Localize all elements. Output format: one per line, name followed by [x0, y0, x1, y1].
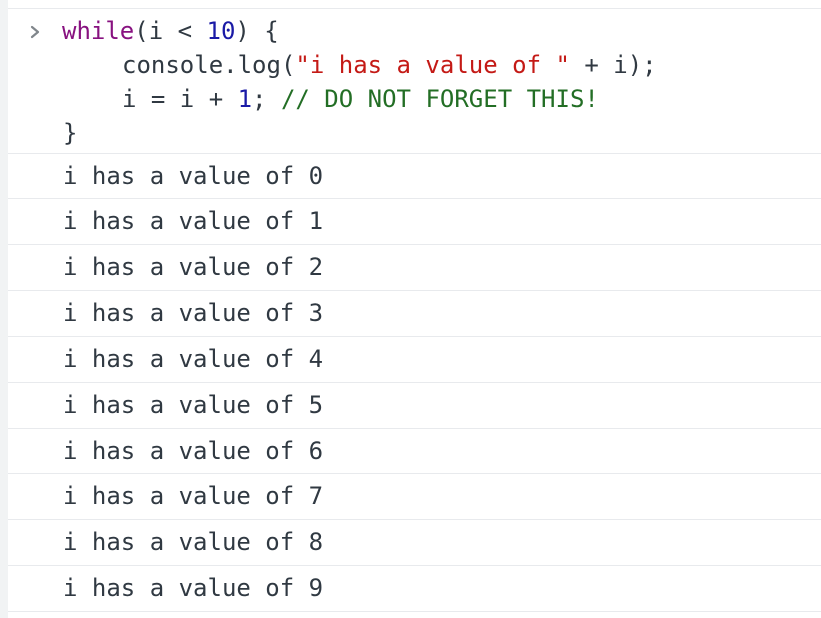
code-text: + i); — [569, 51, 657, 79]
keyword-while: while — [62, 17, 135, 45]
console-log-row: i has a value of 0 — [8, 153, 821, 198]
console-log-row: i has a value of 8 — [8, 519, 821, 564]
log-message: i has a value of 3 — [63, 299, 324, 327]
code-text: ; — [252, 85, 281, 113]
number-literal: 1 — [237, 85, 253, 113]
console-log-row: i has a value of 2 — [8, 244, 821, 289]
closing-brace: } — [63, 119, 78, 147]
console-log-row: i has a value of 1 — [8, 198, 821, 243]
console-log-row: i has a value of 5 — [8, 382, 821, 427]
console-log-row: i has a value of 7 — [8, 473, 821, 518]
log-message: i has a value of 1 — [63, 207, 324, 235]
log-message: i has a value of 8 — [63, 528, 324, 556]
log-message: i has a value of 9 — [63, 574, 324, 602]
code-line-3: i = i + 1; // DO NOT FORGET THIS! — [122, 83, 599, 115]
log-message: i has a value of 4 — [63, 345, 324, 373]
chevron-right-icon — [30, 25, 40, 39]
console-log-row: i has a value of 6 — [8, 428, 821, 473]
log-message: i has a value of 0 — [63, 162, 324, 190]
code-text: i = i + — [122, 85, 238, 113]
devtools-console: while(i < 10) { console.log("i has a val… — [0, 0, 821, 618]
console-gutter — [0, 0, 8, 618]
number-literal: 10 — [206, 17, 236, 45]
divider — [8, 611, 821, 612]
code-comment: // DO NOT FORGET THIS! — [280, 85, 599, 113]
log-message: i has a value of 2 — [63, 253, 324, 281]
log-message: i has a value of 7 — [63, 482, 324, 510]
string-literal: "i has a value of " — [295, 51, 570, 79]
log-message: i has a value of 5 — [63, 391, 324, 419]
code-text: ) { — [235, 17, 279, 45]
code-line-2: console.log("i has a value of " + i); — [122, 49, 657, 81]
code-line-1: while(i < 10) { — [62, 15, 279, 47]
console-log-row: i has a value of 3 — [8, 290, 821, 335]
console-log-row: i has a value of 4 — [8, 336, 821, 381]
console-input-entry[interactable]: while(i < 10) { console.log("i has a val… — [8, 9, 821, 153]
log-message: i has a value of 6 — [63, 437, 324, 465]
console-log-row: i has a value of 9 — [8, 565, 821, 610]
code-text: console.log( — [122, 51, 296, 79]
code-text: (i < — [134, 17, 207, 45]
code-line-4: } — [63, 117, 77, 149]
